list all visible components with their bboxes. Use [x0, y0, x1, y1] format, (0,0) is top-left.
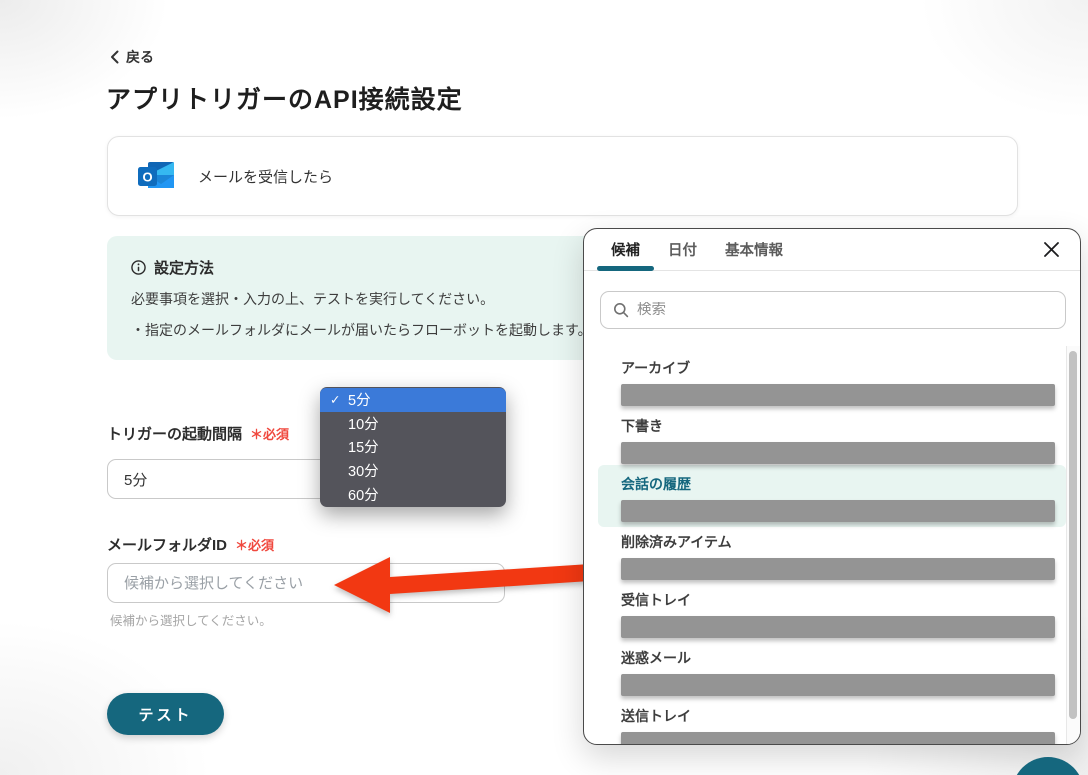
trigger-card-label: メールを受信したら	[198, 168, 334, 186]
panel-scrollbar-track[interactable]	[1066, 346, 1080, 744]
page-title: アプリトリガーのAPI接続設定	[106, 86, 463, 114]
folder-helper-text: 候補から選択してください。	[110, 614, 272, 628]
dropdown-option[interactable]: ✓ 5分	[320, 388, 506, 412]
page: 戻る アプリトリガーのAPI接続設定 O メールを受信したら 設定方法 必要事項…	[0, 0, 1088, 775]
list-item-label: 送信トレイ	[621, 708, 691, 724]
dropdown-option-label: 60分	[348, 487, 379, 504]
redacted-bar	[621, 384, 1055, 406]
redacted-bar	[621, 558, 1055, 580]
back-label: 戻る	[126, 49, 154, 65]
list-item-label: 削除済みアイテム	[621, 534, 732, 550]
folder-field-label: メールフォルダID ＊必須	[107, 534, 274, 555]
candidate-list: アーカイブ下書き会話の履歴削除済みアイテム 受信トレイ迷惑メール送信トレイ	[584, 353, 1066, 744]
interval-dropdown: ✓ 5分 10分 15分 30分 60分	[320, 387, 506, 507]
outlook-icon: O	[138, 162, 174, 188]
redacted-bar	[621, 500, 1055, 522]
panel-tabs: 候補 日付 基本情報	[597, 229, 797, 271]
interval-label-text: トリガーの起動間隔	[107, 426, 243, 443]
tab[interactable]: 基本情報	[711, 229, 797, 270]
dropdown-option-label: 5分	[348, 393, 371, 410]
dropdown-option[interactable]: 60分	[320, 482, 506, 506]
dropdown-option-label: 30分	[348, 464, 379, 481]
svg-text:O: O	[142, 170, 152, 185]
close-icon[interactable]	[1039, 237, 1064, 262]
list-item-label: 受信トレイ	[621, 592, 691, 608]
list-item-label: 下書き	[621, 418, 663, 434]
panel-header: 候補 日付 基本情報	[584, 229, 1080, 271]
red-arrow	[334, 557, 590, 613]
interval-selected-value: 5分	[124, 471, 148, 489]
required-badge: ＊必須	[235, 538, 275, 553]
dropdown-option-label: 15分	[348, 440, 379, 457]
panel-scrollbar-thumb[interactable]	[1069, 351, 1077, 719]
info-icon	[131, 260, 146, 275]
dropdown-option[interactable]: 10分	[320, 412, 506, 436]
test-button[interactable]: テスト	[107, 693, 224, 735]
list-item[interactable]: 会話の履歴	[584, 465, 1066, 527]
list-item[interactable]: 下書き	[584, 411, 1066, 469]
search-box[interactable]	[600, 291, 1066, 329]
list-item[interactable]: 削除済みアイテム	[584, 527, 1066, 585]
list-item-label: アーカイブ	[621, 360, 691, 376]
chevron-left-icon	[111, 50, 119, 64]
interval-field-label: トリガーの起動間隔 ＊必須	[107, 423, 289, 444]
info-heading: 設定方法	[154, 260, 215, 277]
redacted-bar	[621, 442, 1055, 464]
redacted-bar	[621, 616, 1055, 638]
list-item-label: 会話の履歴	[621, 476, 691, 492]
check-icon: ✓	[330, 393, 341, 408]
candidate-panel: 候補日付基本情報 アーカイブ下書き会話の履歴削除済みアイテム受信トレイ迷惑メール…	[583, 228, 1081, 745]
trigger-card[interactable]: O メールを受信したら	[107, 136, 1018, 216]
list-item[interactable]: 受信トレイ	[584, 585, 1066, 643]
list-item-label: 迷惑メール	[621, 650, 691, 666]
list-item[interactable]: アーカイブ	[584, 353, 1066, 411]
chat-button[interactable]	[1012, 757, 1084, 775]
redacted-bar	[621, 674, 1055, 696]
search-input[interactable]	[637, 302, 1053, 318]
list-item[interactable]: 送信トレイ	[584, 701, 1066, 744]
redacted-bar	[621, 732, 1055, 744]
dropdown-option-label: 10分	[348, 416, 379, 433]
tab[interactable]: 候補	[597, 229, 654, 271]
dropdown-option[interactable]: 30分	[320, 459, 506, 483]
back-link[interactable]: 戻る	[110, 47, 154, 67]
dropdown-option[interactable]: 15分	[320, 435, 506, 459]
required-badge: ＊必須	[250, 427, 290, 442]
search-icon	[614, 303, 629, 318]
tab[interactable]: 日付	[654, 229, 711, 270]
list-item[interactable]: 迷惑メール	[584, 643, 1066, 701]
folder-label-text: メールフォルダID	[107, 537, 228, 554]
